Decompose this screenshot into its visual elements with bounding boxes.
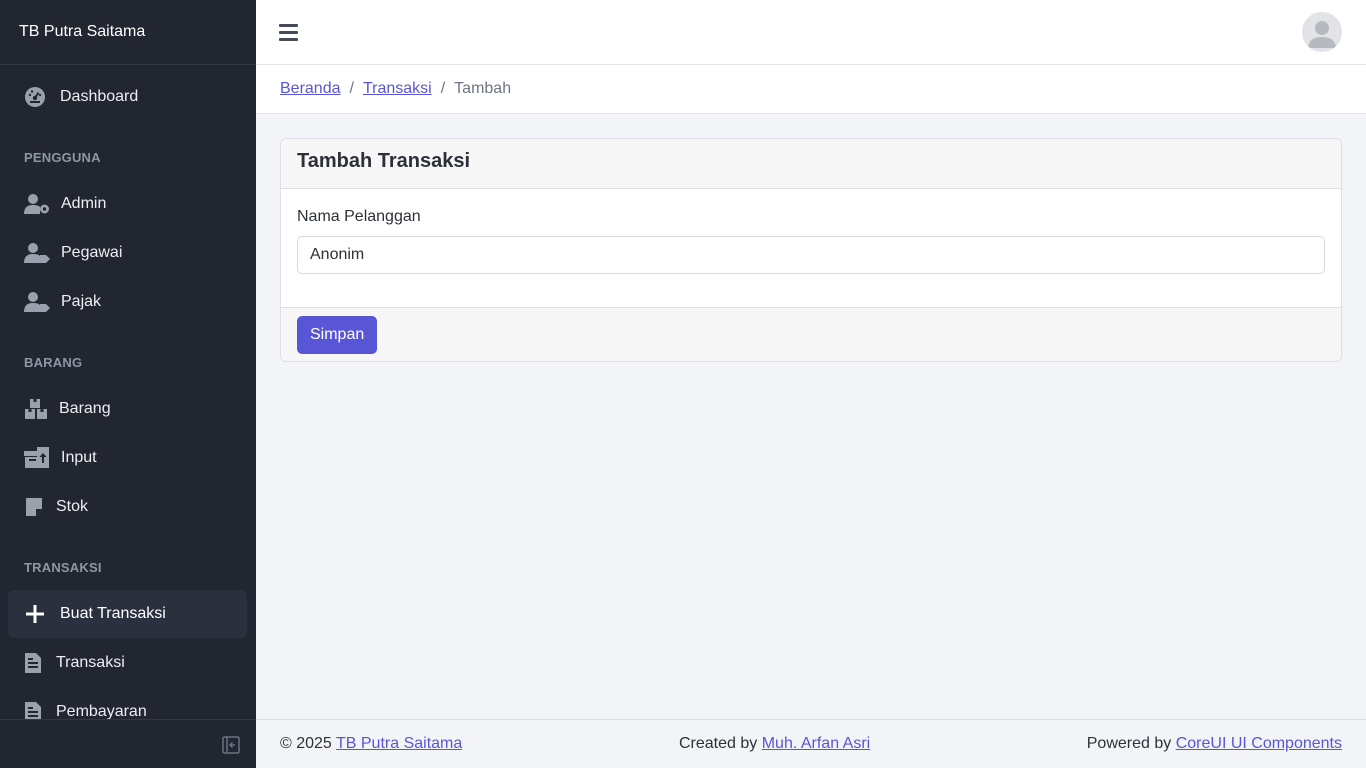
created-by-text: Created by xyxy=(679,735,758,752)
breadcrumb-home-link[interactable]: Beranda xyxy=(280,80,341,98)
sidebar-item-label: Dashboard xyxy=(60,88,139,105)
box-arrow-up-icon xyxy=(24,447,49,469)
sidebar-item-label: Transaksi xyxy=(56,654,125,671)
sidebar-collapse-icon[interactable] xyxy=(222,736,240,754)
card-footer: Simpan xyxy=(281,307,1341,361)
document-icon xyxy=(24,701,42,719)
document-icon xyxy=(24,652,42,674)
sidebar-item-pembayaran[interactable]: Pembayaran xyxy=(8,688,247,719)
top-header xyxy=(256,0,1366,65)
sidebar: TB Putra Saitama Dashboard PENGGUNA Admi… xyxy=(0,0,256,768)
customer-name-label: Nama Pelanggan xyxy=(297,208,421,225)
footer-author-link[interactable]: Muh. Arfan Asri xyxy=(762,735,871,752)
sidebar-item-pajak[interactable]: Pajak xyxy=(8,278,247,326)
sidebar-brand[interactable]: TB Putra Saitama xyxy=(0,0,256,65)
card-title: Tambah Transaksi xyxy=(281,139,1341,189)
card-body: Nama Pelanggan xyxy=(281,189,1341,307)
sidebar-item-label: Input xyxy=(61,449,97,466)
powered-by-text: Powered by xyxy=(1086,735,1172,752)
sidebar-item-label: Barang xyxy=(59,400,111,417)
page-footer: © 2025 TB Putra Saitama Created by Muh. … xyxy=(256,719,1366,768)
sidebar-item-admin[interactable]: Admin xyxy=(8,180,247,228)
customer-name-input[interactable] xyxy=(297,236,1325,274)
user-tag-icon xyxy=(24,291,51,313)
sidebar-item-stok[interactable]: Stok xyxy=(8,483,247,531)
plus-icon xyxy=(24,603,46,625)
sidebar-item-transaksi[interactable]: Transaksi xyxy=(8,639,247,687)
sidebar-item-buat-transaksi[interactable]: Buat Transaksi xyxy=(8,590,247,638)
breadcrumb-separator: / xyxy=(349,80,354,97)
sidebar-item-dashboard[interactable]: Dashboard xyxy=(8,73,247,121)
add-transaction-card: Tambah Transaksi Nama Pelanggan Simpan xyxy=(280,138,1342,362)
breadcrumb: Beranda / Transaksi / Tambah xyxy=(256,65,1366,114)
footer-coreui-link[interactable]: CoreUI UI Components xyxy=(1176,735,1342,752)
footer-copyright: © 2025 TB Putra Saitama xyxy=(280,735,462,753)
nav-section-transaksi: TRANSAKSI xyxy=(24,560,102,575)
footer-brand-link[interactable]: TB Putra Saitama xyxy=(336,735,462,752)
user-tag-icon xyxy=(24,242,51,264)
sidebar-item-pegawai[interactable]: Pegawai xyxy=(8,229,247,277)
footer-powered: Powered by CoreUI UI Components xyxy=(1087,735,1342,753)
sidebar-footer xyxy=(0,719,256,768)
nav-section-pengguna: PENGGUNA xyxy=(24,150,101,165)
breadcrumb-transaksi-link[interactable]: Transaksi xyxy=(363,80,432,98)
sidebar-item-label: Admin xyxy=(61,195,107,212)
avatar[interactable] xyxy=(1302,12,1342,52)
user-gear-icon xyxy=(24,193,51,215)
sidebar-item-input[interactable]: Input xyxy=(8,434,247,482)
sidebar-item-label: Pegawai xyxy=(61,244,123,261)
note-icon xyxy=(24,496,44,518)
user-avatar-icon xyxy=(1308,21,1336,48)
save-button[interactable]: Simpan xyxy=(297,316,378,354)
sidebar-item-label: Stok xyxy=(56,498,89,515)
footer-credit: Created by Muh. Arfan Asri xyxy=(679,735,870,753)
sidebar-item-label: Pajak xyxy=(61,293,102,310)
menu-toggle-icon[interactable] xyxy=(279,24,298,41)
breadcrumb-current: Tambah xyxy=(454,80,512,97)
nav-section-barang: BARANG xyxy=(24,355,83,370)
copyright-text: © 2025 xyxy=(280,735,332,752)
boxes-icon xyxy=(24,398,48,420)
breadcrumb-separator: / xyxy=(440,80,446,97)
speedometer-icon xyxy=(24,86,46,108)
sidebar-item-label: Buat Transaksi xyxy=(60,605,166,622)
sidebar-nav: Dashboard PENGGUNA Admin Pegawai Pajak B… xyxy=(0,65,256,719)
sidebar-item-label: Pembayaran xyxy=(56,703,147,719)
sidebar-item-barang[interactable]: Barang xyxy=(8,385,247,433)
